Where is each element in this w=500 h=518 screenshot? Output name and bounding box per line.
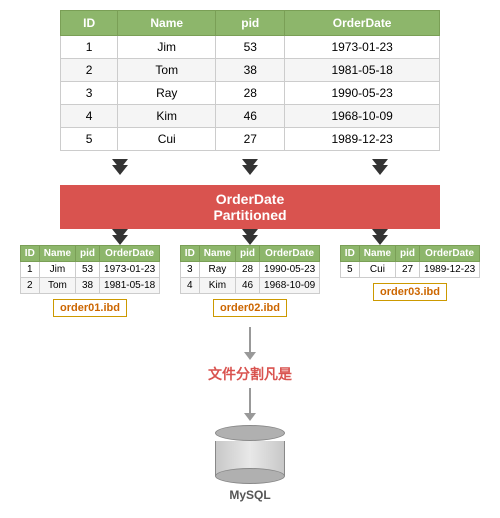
table-row: 4Kim461968-10-09 bbox=[61, 105, 440, 128]
col-header-id: ID bbox=[61, 11, 118, 36]
sub-table-row: 3Ray281990-05-23 bbox=[180, 262, 319, 278]
cell-pid: 28 bbox=[216, 82, 285, 105]
sub-col-header: pid bbox=[396, 246, 420, 262]
sub-cell: Kim bbox=[199, 278, 235, 294]
cell-name: Ray bbox=[118, 82, 216, 105]
sub-col-header: Name bbox=[39, 246, 75, 262]
sub-table-2: IDNamepidOrderDate5Cui271989-12-23 bbox=[340, 245, 480, 278]
sub-table-row: 5Cui271989-12-23 bbox=[340, 262, 479, 278]
cell-name: Jim bbox=[118, 36, 216, 59]
sub-cell: 5 bbox=[340, 262, 359, 278]
sub-col-header: pid bbox=[236, 246, 260, 262]
arrow-down-left bbox=[112, 229, 128, 245]
cyl-top bbox=[215, 425, 285, 441]
sub-cell: 1989-12-23 bbox=[420, 262, 480, 278]
sub-table-row: 4Kim461968-10-09 bbox=[180, 278, 319, 294]
sub-col-header: OrderDate bbox=[100, 246, 160, 262]
sub-col-header: OrderDate bbox=[420, 246, 480, 262]
cell-pid: 53 bbox=[216, 36, 285, 59]
arrow-center bbox=[242, 159, 258, 175]
sub-cell: 1981-05-18 bbox=[100, 278, 160, 294]
cell-id: 4 bbox=[61, 105, 118, 128]
arrow-down-right bbox=[372, 229, 388, 245]
chinese-label: 文件分割凡是 bbox=[208, 364, 292, 384]
sub-cell: 28 bbox=[236, 262, 260, 278]
sub-col-header: ID bbox=[20, 246, 39, 262]
file-label-1: order02.ibd bbox=[213, 299, 287, 317]
cell-id: 1 bbox=[61, 36, 118, 59]
cell-name: Cui bbox=[118, 128, 216, 151]
table-row: 3Ray281990-05-23 bbox=[61, 82, 440, 105]
sub-cell: 27 bbox=[396, 262, 420, 278]
sub-col-header: Name bbox=[359, 246, 395, 262]
sub-cell: 53 bbox=[76, 262, 100, 278]
table-row: 2Tom381981-05-18 bbox=[61, 59, 440, 82]
bottom-arrow2 bbox=[244, 388, 256, 421]
sub-col-header: pid bbox=[76, 246, 100, 262]
sub-cell: 1968-10-09 bbox=[260, 278, 320, 294]
file-label-0: order01.ibd bbox=[53, 299, 127, 317]
bottom-arrow bbox=[244, 327, 256, 360]
sub-cell: Tom bbox=[39, 278, 75, 294]
sub-col-header: ID bbox=[340, 246, 359, 262]
cell-pid: 46 bbox=[216, 105, 285, 128]
mysql-cylinder: MySQL bbox=[215, 425, 285, 502]
cell-orderDate: 1989-12-23 bbox=[285, 128, 440, 151]
sub-cell: 4 bbox=[180, 278, 199, 294]
cell-id: 5 bbox=[61, 128, 118, 151]
col-header-name: Name bbox=[118, 11, 216, 36]
cell-id: 2 bbox=[61, 59, 118, 82]
file-label-2: order03.ibd bbox=[373, 283, 447, 301]
sub-cell: 2 bbox=[20, 278, 39, 294]
table-row: 5Cui271989-12-23 bbox=[61, 128, 440, 151]
main-table: ID Name pid OrderDate 1Jim531973-01-232T… bbox=[60, 10, 440, 151]
sub-table-container-0: IDNamepidOrderDate1Jim531973-01-232Tom38… bbox=[20, 245, 160, 317]
cell-orderDate: 1968-10-09 bbox=[285, 105, 440, 128]
arrow-down-center bbox=[242, 229, 258, 245]
sub-col-header: Name bbox=[199, 246, 235, 262]
sub-cell: 38 bbox=[76, 278, 100, 294]
sub-cell: Jim bbox=[39, 262, 75, 278]
sub-table-0: IDNamepidOrderDate1Jim531973-01-232Tom38… bbox=[20, 245, 160, 294]
sub-table-row: 1Jim531973-01-23 bbox=[20, 262, 159, 278]
cyl-bottom bbox=[215, 468, 285, 484]
cell-orderDate: 1981-05-18 bbox=[285, 59, 440, 82]
sub-cell: 1990-05-23 bbox=[260, 262, 320, 278]
arrow-right bbox=[372, 159, 388, 175]
sub-cell: Cui bbox=[359, 262, 395, 278]
sub-cell: 1 bbox=[20, 262, 39, 278]
sub-cell: Ray bbox=[199, 262, 235, 278]
cell-name: Tom bbox=[118, 59, 216, 82]
cell-id: 3 bbox=[61, 82, 118, 105]
sub-table-container-2: IDNamepidOrderDate5Cui271989-12-23order0… bbox=[340, 245, 480, 301]
col-header-pid: pid bbox=[216, 11, 285, 36]
sub-table-row: 2Tom381981-05-18 bbox=[20, 278, 159, 294]
sub-table-1: IDNamepidOrderDate3Ray281990-05-234Kim46… bbox=[180, 245, 320, 294]
bottom-section: 文件分割凡是 MySQL bbox=[0, 327, 500, 502]
table-row: 1Jim531973-01-23 bbox=[61, 36, 440, 59]
arrow-left bbox=[112, 159, 128, 175]
cell-pid: 38 bbox=[216, 59, 285, 82]
cell-name: Kim bbox=[118, 105, 216, 128]
sub-cell: 3 bbox=[180, 262, 199, 278]
sub-col-header: OrderDate bbox=[260, 246, 320, 262]
cell-orderDate: 1990-05-23 bbox=[285, 82, 440, 105]
col-header-orderdate: OrderDate bbox=[285, 11, 440, 36]
partition-banner: OrderDatePartitioned bbox=[60, 185, 440, 229]
cell-orderDate: 1973-01-23 bbox=[285, 36, 440, 59]
cell-pid: 27 bbox=[216, 128, 285, 151]
sub-tables-row: IDNamepidOrderDate1Jim531973-01-232Tom38… bbox=[10, 245, 490, 317]
sub-col-header: ID bbox=[180, 246, 199, 262]
mysql-label: MySQL bbox=[229, 488, 270, 502]
sub-table-container-1: IDNamepidOrderDate3Ray281990-05-234Kim46… bbox=[180, 245, 320, 317]
main-table-container: ID Name pid OrderDate 1Jim531973-01-232T… bbox=[60, 10, 440, 151]
sub-cell: 1973-01-23 bbox=[100, 262, 160, 278]
sub-cell: 46 bbox=[236, 278, 260, 294]
